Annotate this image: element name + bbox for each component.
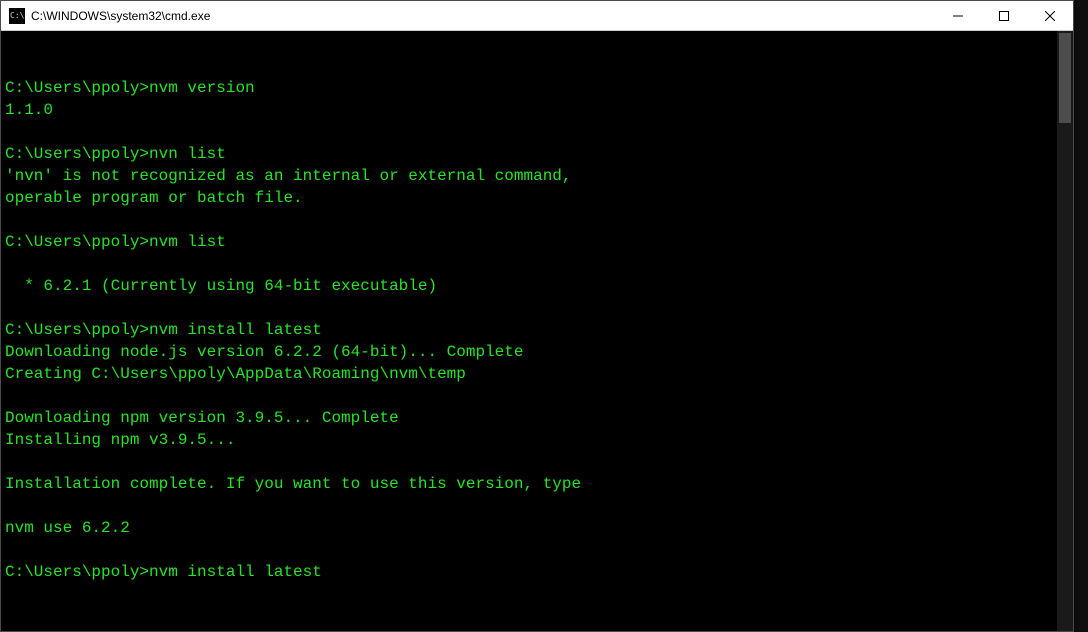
window-title: C:\WINDOWS\system32\cmd.exe: [31, 8, 935, 23]
cmd-window: C:\WINDOWS\system32\cmd.exe C:\Users\ppo…: [0, 0, 1074, 632]
titlebar[interactable]: C:\WINDOWS\system32\cmd.exe: [1, 1, 1073, 31]
minimize-button[interactable]: [935, 1, 981, 30]
cmd-icon: [9, 8, 25, 24]
maximize-button[interactable]: [981, 1, 1027, 30]
scrollbar[interactable]: [1057, 31, 1073, 631]
terminal-output[interactable]: C:\Users\ppoly>nvm version 1.1.0 C:\User…: [1, 31, 1057, 631]
close-button[interactable]: [1027, 1, 1073, 30]
scrollbar-thumb[interactable]: [1059, 33, 1071, 123]
